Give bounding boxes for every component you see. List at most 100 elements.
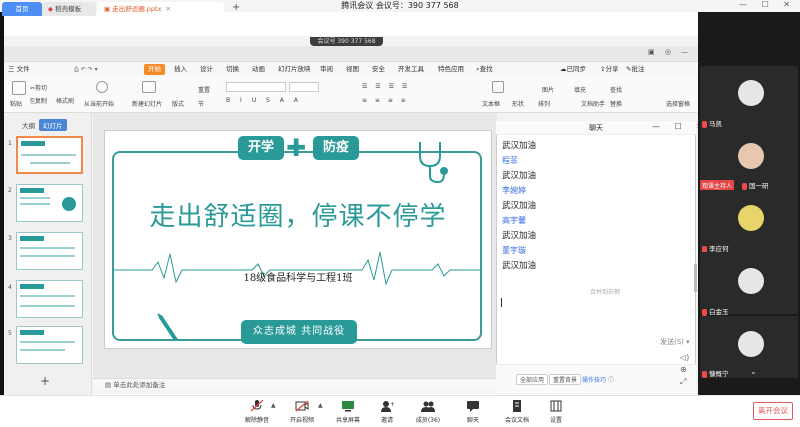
settings-button[interactable]: 设置	[536, 400, 576, 424]
share-screen-button[interactable]: 共享屏幕	[328, 400, 368, 424]
thumb-line	[21, 154, 76, 156]
menu-animation[interactable]: 动画	[252, 62, 265, 77]
notes-bar[interactable]: ▤ 单击此处添加备注	[93, 378, 497, 390]
right-side-tools[interactable]: ◁) ⊕ ⤢	[680, 352, 689, 388]
notes-icon: ▤	[105, 381, 114, 389]
comment-button[interactable]: ✎批注	[626, 62, 644, 77]
tab-outline[interactable]: 大纲	[22, 120, 35, 130]
reset-background-button[interactable]: 重置背景	[549, 374, 582, 385]
menu-file[interactable]: 三 文件	[8, 62, 30, 77]
mic-muted-icon	[702, 120, 707, 128]
chat-sender: 程菲	[502, 156, 518, 165]
participant-name: 马凯	[702, 118, 722, 128]
find-button[interactable]: 查找	[610, 85, 622, 94]
cut-button[interactable]: ✂剪切	[30, 83, 47, 92]
menu-slideshow[interactable]: 幻灯片放映	[278, 62, 311, 77]
speaker-icon[interactable]: ◁)	[680, 352, 689, 364]
thumb-line	[20, 305, 75, 307]
menu-start[interactable]: 开始	[144, 64, 165, 75]
menu-security[interactable]: 安全	[372, 62, 385, 77]
font-family-select[interactable]	[226, 82, 286, 92]
picture-button[interactable]: 图片	[542, 85, 554, 94]
chat-scrollbar[interactable]	[694, 264, 697, 292]
from-current-button[interactable]: 从当前开始	[84, 99, 114, 108]
video-options-caret[interactable]: ▲	[318, 402, 323, 409]
layout-button[interactable]: 版式	[172, 99, 184, 108]
format-painter-button[interactable]: 格式刷	[56, 96, 74, 105]
menu-design[interactable]: 设计	[200, 62, 213, 77]
close-tab-icon[interactable]: ✕	[165, 5, 170, 13]
align-buttons[interactable]: ≡ ≡ ≡ ≡	[362, 97, 409, 104]
chat-input-caret[interactable]	[501, 298, 502, 307]
slide-thumbnail-3[interactable]	[16, 232, 83, 270]
thumb-header	[20, 188, 44, 193]
members-button[interactable]: 成员(36)	[408, 400, 448, 424]
paragraph-buttons[interactable]: ☰ ☰ ☰ ☰	[362, 83, 410, 90]
shape-button[interactable]: 形状	[512, 99, 524, 108]
doc-assistant-button[interactable]: 文档助手	[581, 99, 605, 108]
section-button[interactable]: 节	[198, 99, 204, 108]
chat-button[interactable]: 聊天	[453, 400, 493, 424]
mic-options-caret[interactable]: ▲	[271, 402, 276, 409]
quick-access-icons[interactable]: ⎙ ↶ ↷ ▾	[74, 62, 98, 77]
chat-send-button[interactable]: 发送(S) ▾	[660, 337, 690, 347]
menu-search[interactable]: ⌕查找	[476, 62, 493, 77]
menu-view[interactable]: 视图	[346, 62, 359, 77]
participant-name: 国一研	[742, 180, 769, 190]
fill-button[interactable]: 填充	[574, 85, 586, 94]
add-slide-button[interactable]: +	[40, 374, 50, 388]
tips-link[interactable]: 操作技巧 ⓘ	[582, 375, 614, 384]
meeting-doc-button[interactable]: 会议文档	[497, 400, 537, 424]
zoom-icon[interactable]: ⊕	[680, 364, 689, 376]
paste-label[interactable]: 粘贴	[10, 99, 22, 108]
wps-tab-bar	[4, 46, 698, 62]
tab-docer-templates[interactable]: ◆ 稻壳模板	[42, 2, 96, 16]
copy-button[interactable]: ⎘复制	[30, 96, 47, 106]
thumb-number: 2	[8, 187, 12, 194]
chevron-down-icon: ▾	[683, 338, 690, 346]
font-style-buttons[interactable]: B I U S A A	[226, 97, 302, 104]
menu-insert[interactable]: 插入	[174, 62, 187, 77]
sync-status[interactable]: ☁已同步	[560, 62, 586, 77]
chevron-down-icon[interactable]: ⌄	[750, 367, 757, 376]
share-button[interactable]: ⇪分享	[600, 62, 618, 77]
menu-features[interactable]: 特色应用	[438, 62, 464, 77]
thumb-number: 1	[8, 140, 12, 147]
slide-thumbnail-4[interactable]	[16, 280, 83, 318]
textbox-button[interactable]: 文本框	[482, 99, 500, 108]
chat-merge-hint[interactable]: 合并到右侧	[590, 287, 620, 296]
slide-thumbnail-1[interactable]	[16, 136, 83, 174]
menu-review[interactable]: 审阅	[320, 62, 333, 77]
tab-slides[interactable]: 幻灯片	[39, 119, 67, 131]
start-video-button[interactable]: 开启视频	[282, 400, 322, 424]
window-controls[interactable]: — ☐ ✕	[739, 0, 796, 9]
select-pane-button[interactable]: 选择窗格	[666, 99, 690, 108]
apply-all-button[interactable]: 全部应用	[516, 374, 549, 385]
font-size-select[interactable]	[289, 82, 319, 92]
new-slide-icon[interactable]	[142, 81, 156, 93]
chat-message: 武汉加油	[502, 141, 537, 151]
paste-icon[interactable]	[12, 81, 26, 95]
thumb-line	[20, 255, 75, 257]
tab-home[interactable]: 首页	[2, 2, 42, 16]
participant-name: 白金玉	[702, 306, 729, 316]
menu-transition[interactable]: 切换	[226, 62, 239, 77]
chat-message: 武汉加油	[502, 171, 537, 181]
new-slide-button[interactable]: 新建幻灯片	[132, 99, 162, 108]
textbox-icon[interactable]	[492, 81, 504, 93]
slide-bottom-banner: 众志成城 共同战役	[241, 320, 357, 344]
leave-meeting-button[interactable]: 离开会议	[753, 402, 793, 420]
thumb-line	[20, 295, 75, 297]
screen-share-icon	[342, 401, 354, 412]
slide-thumbnail-2[interactable]	[16, 184, 83, 222]
fullscreen-icon[interactable]: ⤢	[680, 376, 689, 388]
menu-developer[interactable]: 开发工具	[398, 62, 424, 77]
reset-button[interactable]: 重置	[198, 85, 210, 94]
arrange-button[interactable]: 排列	[538, 99, 550, 108]
add-tab-button[interactable]: +	[232, 2, 240, 13]
slide-thumbnail-5[interactable]	[16, 326, 83, 364]
play-icon[interactable]	[96, 81, 108, 93]
replace-button[interactable]: 替换	[610, 99, 622, 108]
tab-document[interactable]: ▣ 走出舒适圈.pptx ✕	[98, 2, 224, 16]
invite-button[interactable]: + 邀请	[367, 400, 407, 424]
